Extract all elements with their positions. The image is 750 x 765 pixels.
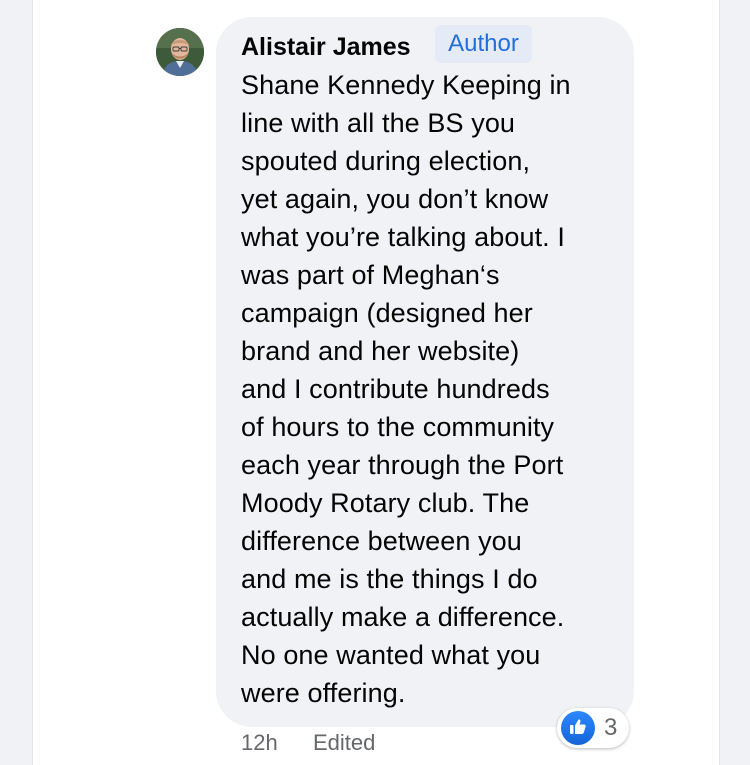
author-name[interactable]: Alistair James (241, 33, 411, 62)
comment-text: Shane Kennedy Keeping in line with all t… (241, 70, 571, 708)
reaction-count: 3 (604, 714, 618, 741)
reaction-summary[interactable]: 3 (557, 708, 629, 748)
comment-timestamp[interactable]: 12h (241, 730, 278, 756)
author-badge: Author (435, 25, 532, 63)
edited-label[interactable]: Edited (313, 730, 375, 756)
thumbs-up-icon (561, 711, 595, 745)
avatar[interactable] (156, 28, 204, 76)
